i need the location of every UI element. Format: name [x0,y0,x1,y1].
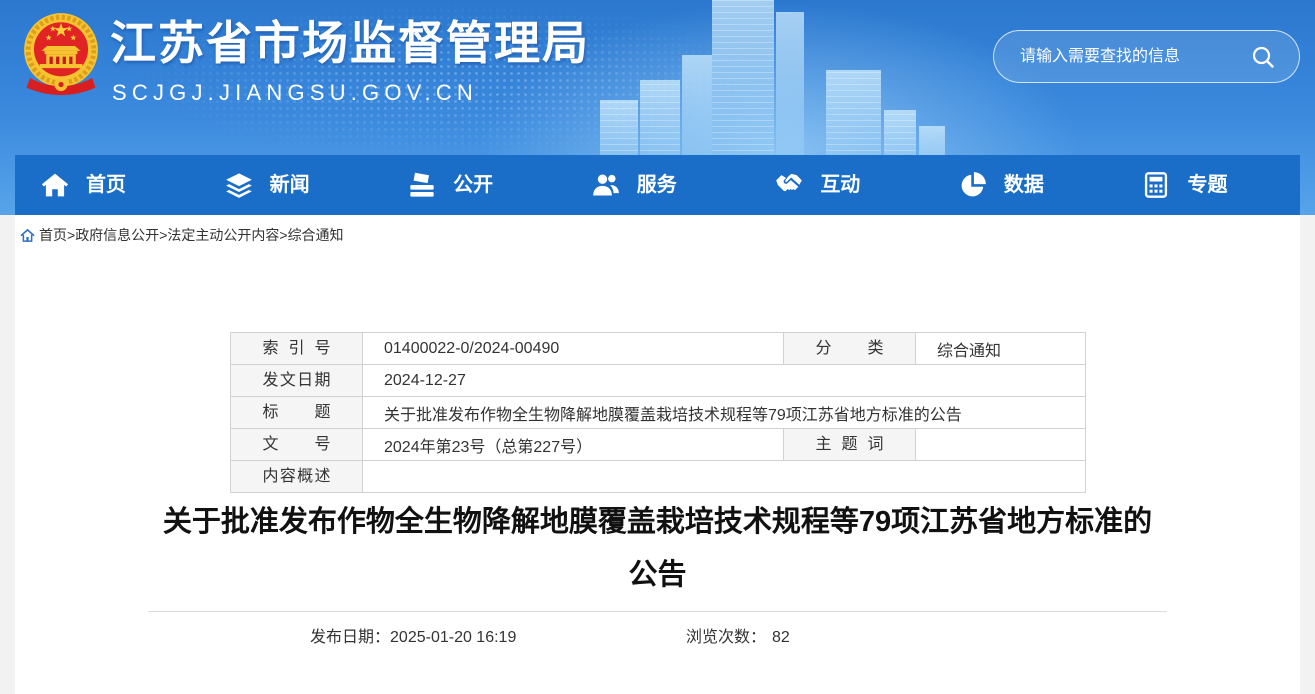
doc-no-label: 文 号 [262,435,331,453]
home-icon [20,228,35,243]
national-emblem-icon [24,13,98,96]
title-label-cell: 标 题 [230,396,363,429]
table-row: 发文日期 2024-12-27 [230,364,1086,397]
nav-item-label: 专题 [1187,174,1228,196]
nav-item-interaction[interactable]: 互动 [749,155,933,215]
view-count: 浏览次数： 82 [686,628,790,648]
nav-item-data[interactable]: 数据 [933,155,1117,215]
breadcrumb-separator: > [279,227,288,243]
summary-label: 内容概述 [262,467,331,485]
category-label: 分 类 [815,339,884,357]
breadcrumb-separator: > [67,227,76,243]
nav-item-label: 新闻 [269,174,310,196]
keywords-label-cell: 主 题 词 [783,428,916,461]
title-label: 标 题 [262,403,331,421]
publish-date-value: 2025-01-20 16:19 [390,629,517,646]
title-value: 关于批准发布作物全生物降解地膜覆盖栽培技术规程等79项江苏省地方标准的公告 [362,396,1086,429]
nav-item-label: 互动 [820,174,861,196]
category-value: 综合通知 [915,332,1086,365]
users-icon [592,171,620,199]
search-button[interactable] [1251,45,1275,69]
calculator-icon [1142,171,1170,199]
main-nav: 首页 新闻 公开 服务 互动 数据 专题 [15,155,1300,215]
date-label-cell: 发文日期 [230,364,363,397]
breadcrumb-separator: > [159,227,168,243]
publish-date: 发布日期：2025-01-20 16:19 [310,628,516,648]
breadcrumb: 首页 > 政府信息公开 > 法定主动公开内容 > 综合通知 [20,226,344,244]
category-label-cell: 分 类 [783,332,916,365]
table-row: 索 引 号 01400022-0/2024-00490 分 类 综合通知 [230,332,1086,365]
home-icon [41,171,69,199]
index-label: 索 引 号 [262,339,331,357]
date-value: 2024-12-27 [362,364,1086,397]
nav-item-label: 首页 [86,174,126,196]
view-count-label: 浏览次数： [686,629,767,646]
breadcrumb-link-home[interactable]: 首页 [39,225,67,245]
nav-item-topics[interactable]: 专题 [1116,155,1300,215]
nav-item-open[interactable]: 公开 [382,155,566,215]
index-value: 01400022-0/2024-00490 [362,332,784,365]
site-domain: SCJGJ.JIANGSU.GOV.CN [112,80,479,105]
index-label-cell: 索 引 号 [230,332,363,365]
summary-label-cell: 内容概述 [230,460,363,493]
site-title: 江苏省市场监督管理局 [110,17,590,69]
breadcrumb-link-notice[interactable]: 综合通知 [288,225,344,245]
table-row: 标 题 关于批准发布作物全生物降解地膜覆盖栽培技术规程等79项江苏省地方标准的公… [230,396,1086,429]
info-table: 索 引 号 01400022-0/2024-00490 分 类 综合通知 发文日… [230,332,1086,493]
stack-icon [408,171,436,199]
keywords-value [915,428,1086,461]
summary-value [362,460,1086,493]
date-label: 发文日期 [262,371,331,389]
doc-no-label-cell: 文 号 [230,428,363,461]
nav-item-label: 数据 [1003,174,1044,196]
search-icon [1251,45,1275,69]
search-box [993,30,1300,83]
layers-icon [225,171,253,199]
table-row: 内容概述 [230,460,1086,493]
breadcrumb-link-gov-info[interactable]: 政府信息公开 [75,225,159,245]
nav-item-news[interactable]: 新闻 [199,155,383,215]
nav-item-home[interactable]: 首页 [15,155,199,215]
publish-date-label: 发布日期： [310,629,391,646]
keywords-label: 主 题 词 [815,435,884,453]
handshake-icon [775,171,803,199]
doc-no-value: 2024年第23号（总第227号） [362,428,784,461]
view-count-value: 82 [772,629,790,646]
search-input[interactable] [994,31,1244,82]
pie-chart-icon [959,171,987,199]
nav-item-label: 服务 [636,174,677,196]
article-title: 关于批准发布作物全生物降解地膜覆盖栽培技术规程等79项江苏省地方标准的公告 [162,506,1153,591]
nav-item-service[interactable]: 服务 [566,155,750,215]
table-row: 文 号 2024年第23号（总第227号） 主 题 词 [230,428,1086,461]
title-divider [148,611,1167,612]
breadcrumb-link-statutory[interactable]: 法定主动公开内容 [167,225,279,245]
nav-item-label: 公开 [453,174,494,196]
